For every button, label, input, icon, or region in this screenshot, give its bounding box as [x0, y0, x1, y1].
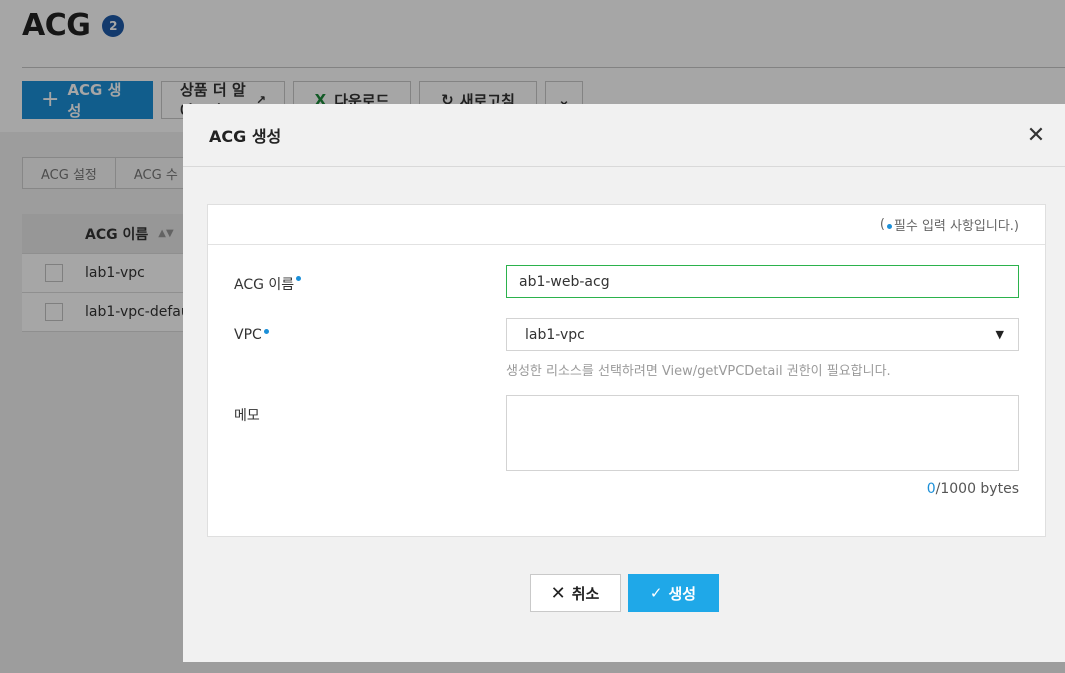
memo-textarea[interactable]: [506, 395, 1019, 471]
form-card: ( 필수 입력 사항입니다.) ACG 이름 VPC lab1-vpc ▼ 생성한…: [207, 204, 1046, 537]
memo-byte-counter: 0/1000 bytes: [927, 481, 1019, 497]
acg-name-input[interactable]: [506, 265, 1019, 298]
create-label: 생성: [668, 584, 697, 603]
vpc-label: VPC: [234, 327, 271, 343]
memo-byte-total: /1000 bytes: [935, 481, 1019, 497]
vpc-label-text: VPC: [234, 327, 262, 343]
close-icon: ✕: [550, 582, 566, 604]
modal-title: ACG 생성: [209, 127, 282, 146]
vpc-permission-hint: 생성한 리소스를 선택하려면 View/getVPCDetail 권한이 필요합…: [506, 364, 891, 379]
acg-name-label: ACG 이름: [234, 274, 303, 294]
required-note-text: 필수 입력 사항입니다.): [893, 219, 1019, 234]
vpc-select[interactable]: lab1-vpc ▼: [506, 318, 1019, 351]
acg-name-label-text: ACG 이름: [234, 277, 295, 293]
close-icon[interactable]: ✕: [1025, 125, 1047, 147]
memo-label: 메모: [234, 408, 260, 424]
required-note-open: (: [879, 217, 885, 232]
required-dot-icon: [263, 329, 269, 334]
create-button[interactable]: ✓ 생성: [627, 574, 719, 612]
required-dot-icon: [886, 223, 892, 229]
dropdown-caret-icon: ▼: [995, 328, 1004, 341]
vpc-selected-value: lab1-vpc: [525, 326, 585, 343]
cancel-button[interactable]: ✕ 취소: [529, 574, 621, 612]
required-note: ( 필수 입력 사항입니다.): [208, 205, 1045, 245]
check-icon: ✓: [649, 584, 663, 602]
cancel-label: 취소: [571, 584, 600, 603]
create-acg-modal: ACG 생성 ✕ ( 필수 입력 사항입니다.) ACG 이름 VPC lab1-…: [183, 104, 1065, 662]
required-dot-icon: [296, 276, 302, 281]
modal-header: ACG 생성 ✕: [183, 104, 1065, 167]
modal-button-row: ✕ 취소 ✓ 생성: [183, 574, 1065, 612]
memo-byte-current: 0: [926, 481, 936, 497]
